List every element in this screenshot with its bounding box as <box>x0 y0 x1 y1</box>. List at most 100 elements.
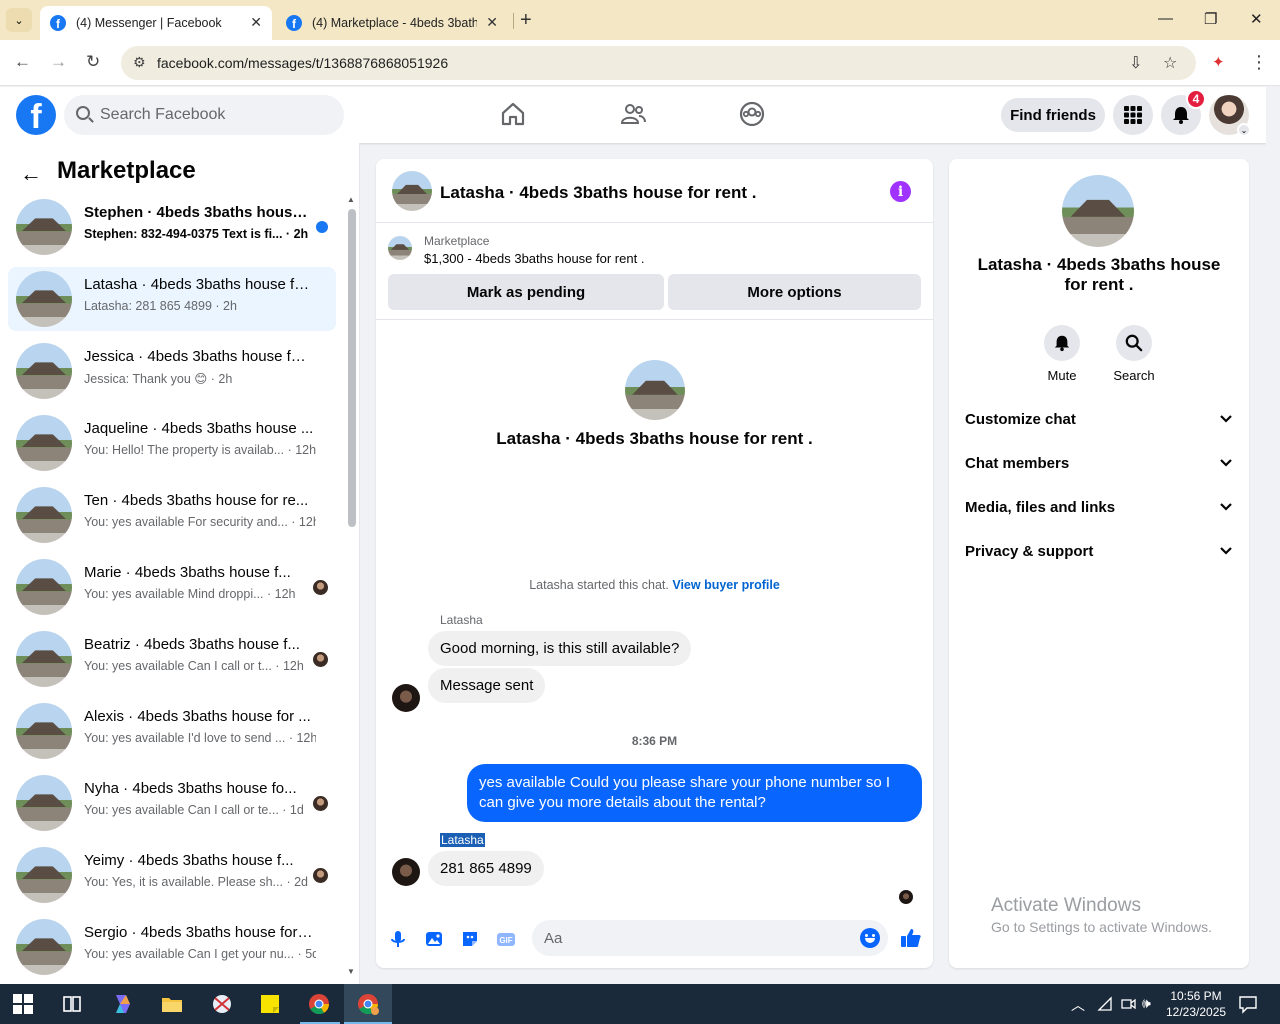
search-input[interactable] <box>100 95 330 135</box>
windows-start-icon[interactable] <box>12 993 34 1015</box>
page-scrollbar[interactable] <box>1266 87 1280 984</box>
tab-marketplace[interactable]: f (4) Marketplace - 4beds 3baths ✕ <box>276 6 508 40</box>
window-close-button[interactable]: ✕ <box>1250 10 1263 28</box>
account-avatar[interactable]: ⌄ <box>1209 95 1251 137</box>
facebook-logo-icon[interactable]: f <box>16 95 56 135</box>
message-input[interactable] <box>544 920 844 956</box>
find-friends-button[interactable]: Find friends <box>1001 98 1105 132</box>
conversation-item[interactable]: Beatriz · 4beds 3baths house f... You: y… <box>8 627 336 691</box>
conversation-name: Ten · 4beds 3baths house for re... <box>84 492 309 509</box>
chat-title[interactable]: Latasha · 4beds 3baths house for rent . <box>440 183 756 203</box>
home-icon[interactable] <box>500 101 526 127</box>
sender-avatar[interactable] <box>392 858 420 886</box>
back-arrow-icon[interactable]: ← <box>20 161 42 187</box>
conversation-item[interactable]: Yeimy · 4beds 3baths house f... You: Yes… <box>8 843 336 907</box>
search-box[interactable] <box>64 95 344 135</box>
groups-icon[interactable] <box>739 101 765 127</box>
tab-messenger[interactable]: f (4) Messenger | Facebook ✕ <box>40 6 272 40</box>
sticker-icon[interactable] <box>460 929 480 949</box>
forward-button[interactable]: → <box>50 52 67 72</box>
notification-center-icon[interactable] <box>1238 994 1258 1014</box>
conversation-item[interactable]: Sergio · 4beds 3baths house for ... You:… <box>8 915 336 979</box>
incoming-message[interactable]: Message sent <box>428 668 546 703</box>
photo-icon[interactable] <box>424 929 444 949</box>
menu-grid-button[interactable] <box>1113 95 1153 135</box>
back-button[interactable]: ← <box>14 52 31 72</box>
system-clock[interactable]: 10:56 PM 12/23/2025 <box>1166 988 1226 1020</box>
sticky-notes-icon[interactable] <box>258 992 282 1016</box>
unread-dot <box>316 221 328 233</box>
bookmark-star-icon[interactable]: ☆ <box>1163 53 1177 73</box>
tab-search-button[interactable]: ⌄ <box>6 8 32 32</box>
view-buyer-profile-link[interactable]: View buyer profile <box>672 578 779 592</box>
details-avatar[interactable] <box>1062 175 1134 247</box>
scroll-down-arrow-icon[interactable]: ▼ <box>347 967 355 976</box>
thumbs-up-icon[interactable] <box>900 927 922 949</box>
emoji-icon[interactable] <box>860 928 880 948</box>
conversation-item[interactable]: Jaqueline · 4beds 3baths house ... You: … <box>8 411 336 475</box>
scroll-up-arrow-icon[interactable]: ▲ <box>347 195 355 204</box>
conversation-item[interactable]: Alexis · 4beds 3baths house for ... You:… <box>8 699 336 763</box>
new-tab-button[interactable]: + <box>520 9 532 32</box>
reload-button[interactable]: ↻ <box>86 52 100 72</box>
chrome-icon[interactable] <box>307 992 331 1016</box>
outgoing-message[interactable]: yes available Could you please share you… <box>467 764 922 822</box>
privacy-support-section[interactable]: Privacy & support <box>949 532 1249 572</box>
chrome-profile-active-button[interactable] <box>344 984 392 1024</box>
media-files-links-section[interactable]: Media, files and links <box>949 488 1249 528</box>
site-settings-icon[interactable]: ⚙ <box>133 54 146 71</box>
scrollbar-thumb[interactable] <box>348 209 356 527</box>
incoming-message[interactable]: 281 865 4899 <box>428 851 544 886</box>
snipping-tool-icon[interactable] <box>210 992 234 1016</box>
listing-thumbnail[interactable] <box>388 236 412 260</box>
conversation-item[interactable]: Marie · 4beds 3baths house f... You: yes… <box>8 555 336 619</box>
search-in-chat-button[interactable]: Search <box>1104 325 1164 383</box>
conversation-item[interactable]: Ten · 4beds 3baths house for re... You: … <box>8 483 336 547</box>
copilot-icon[interactable] <box>110 992 134 1016</box>
more-options-button[interactable]: More options <box>668 274 921 310</box>
chevron-down-icon: ⌄ <box>1237 123 1251 137</box>
url-text[interactable]: facebook.com/messages/t/1368876868051926 <box>157 55 448 71</box>
gif-icon[interactable]: GIF <box>496 929 516 949</box>
conversation-item[interactable]: Nyha · 4beds 3baths house fo... You: yes… <box>8 771 336 835</box>
conversation-item[interactable]: Stephen · 4beds 3baths house ... Stephen… <box>8 195 336 259</box>
task-view-icon[interactable] <box>60 992 84 1016</box>
conversation-snippet: You: Hello! The property is availab... ·… <box>84 443 316 457</box>
network-icon[interactable] <box>1097 996 1113 1012</box>
conversation-item[interactable]: Latasha · 4beds 3baths house fo... Latas… <box>8 267 336 331</box>
tab-title: (4) Messenger | Facebook <box>76 16 222 30</box>
chat-center-name: Latasha · 4beds 3baths house for rent . <box>496 429 813 448</box>
chat-members-section[interactable]: Chat members <box>949 444 1249 484</box>
meet-now-icon[interactable] <box>1120 996 1136 1012</box>
info-icon[interactable]: i <box>890 181 911 202</box>
minimize-button[interactable]: — <box>1158 10 1173 27</box>
tab-close-icon[interactable]: ✕ <box>250 14 262 31</box>
message-input-box[interactable] <box>532 920 888 956</box>
volume-icon[interactable]: 🕪 <box>1142 995 1151 1012</box>
conversation-list-scrollbar[interactable]: ▲ ▼ <box>346 195 356 976</box>
conversation-item[interactable]: Jessica · 4beds 3baths house for... Jess… <box>8 339 336 403</box>
windows-taskbar: ︿ 🕪 10:56 PM 12/23/2025 <box>0 984 1280 1024</box>
show-hidden-icons-chevron-icon[interactable]: ︿ <box>1071 995 1085 1015</box>
tab-close-icon[interactable]: ✕ <box>486 14 498 31</box>
mark-as-pending-button[interactable]: Mark as pending <box>388 274 664 310</box>
listing-price-title[interactable]: $1,300 - 4beds 3baths house for rent . <box>424 251 644 266</box>
browser-menu-icon[interactable]: ⋮ <box>1250 52 1268 73</box>
seen-indicator-avatar <box>899 890 913 904</box>
customize-chat-section[interactable]: Customize chat <box>949 400 1249 440</box>
friends-icon[interactable] <box>620 101 646 127</box>
incoming-message[interactable]: Good morning, is this still available? <box>428 631 692 666</box>
restore-button[interactable]: ❐ <box>1204 10 1217 28</box>
install-app-icon[interactable]: ⇩ <box>1129 53 1142 73</box>
extension-icon[interactable]: ✦ <box>1212 53 1225 71</box>
sender-avatar[interactable] <box>392 684 420 712</box>
sender-name: Latasha <box>440 833 485 847</box>
microphone-icon[interactable] <box>388 929 408 949</box>
file-explorer-icon[interactable] <box>160 992 184 1016</box>
mute-button[interactable]: Mute <box>1032 325 1092 383</box>
chevron-down-icon <box>1220 415 1232 423</box>
omnibox[interactable]: ⚙ facebook.com/messages/t/13688768680519… <box>121 46 1196 80</box>
chat-center-avatar <box>625 360 685 420</box>
chat-avatar[interactable] <box>392 171 432 211</box>
chat-started-notice: Latasha started this chat. View buyer pr… <box>376 578 933 592</box>
